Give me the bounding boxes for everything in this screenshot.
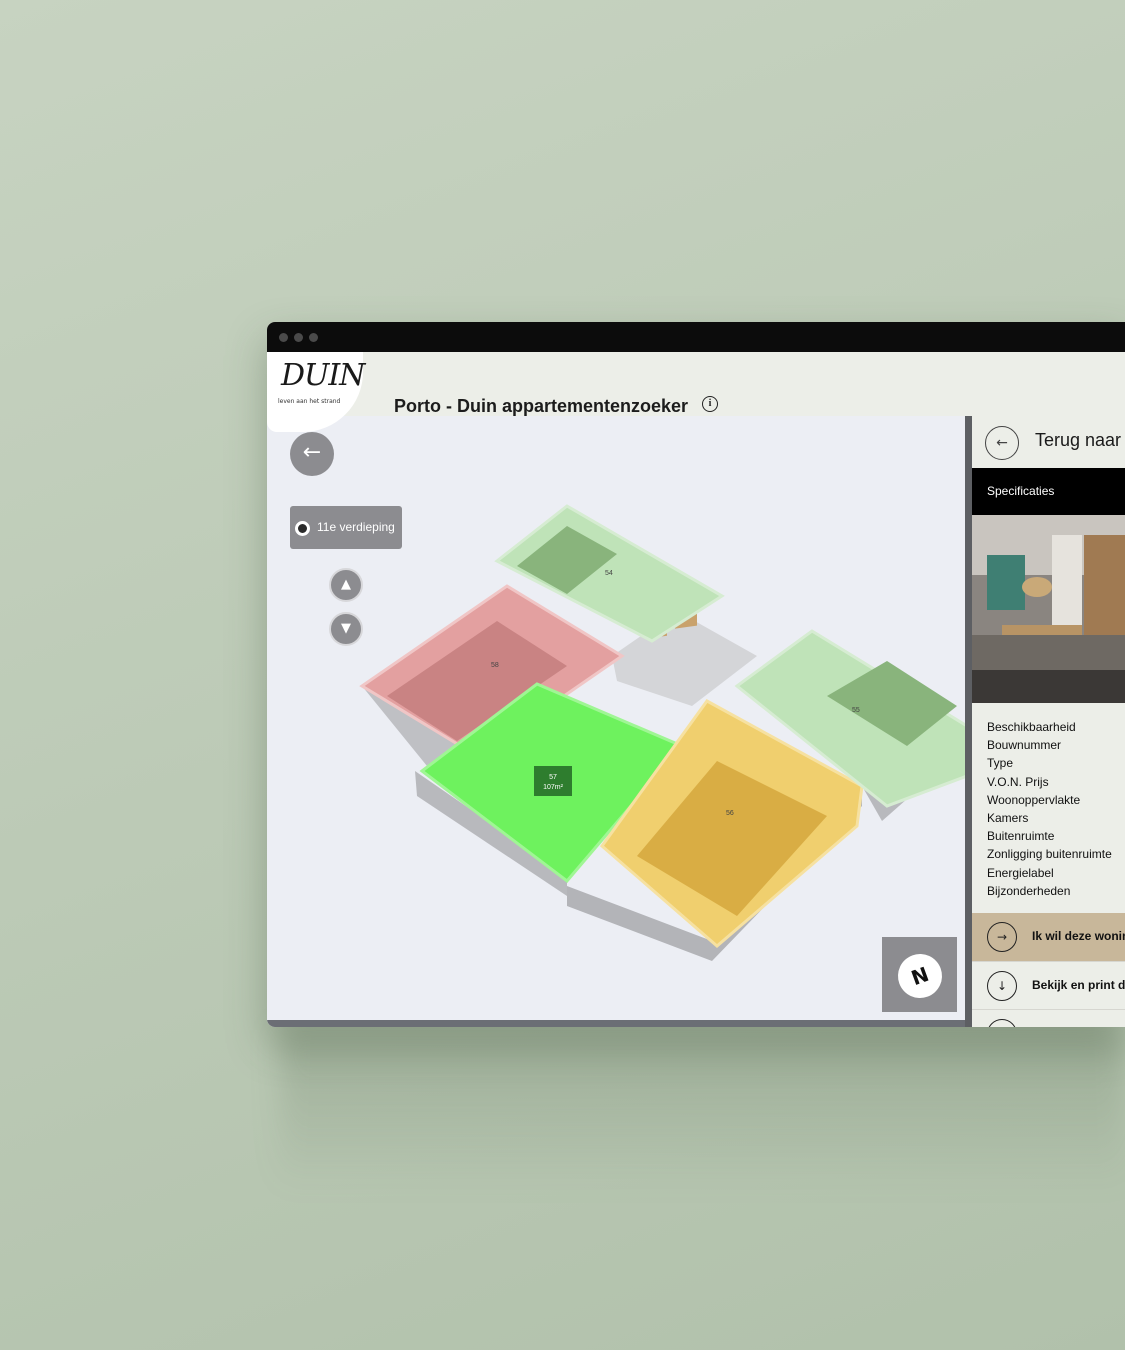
app-title: Porto - Duin appartementenzoeker (394, 396, 689, 416)
window-titlebar (267, 322, 1125, 352)
floor-selector[interactable]: 11e verdieping (290, 506, 402, 549)
back-label: Terug naar (1035, 430, 1122, 450)
spec-item: Buitenruimte (987, 829, 1055, 844)
window-control-dot[interactable] (294, 333, 303, 342)
unit-label: 56 (726, 810, 734, 817)
floorplan-viewer[interactable]: 54 58 57 107m² 56 55 ← 11e verdieping ▲ … (267, 416, 965, 1027)
triangle-down-icon: ▼ (341, 621, 351, 636)
spec-item: Beschikbaarheid (987, 720, 1076, 734)
details-sidebar: ← Terug naar Specificaties Beschikbaarhe… (972, 416, 1125, 1027)
viewer-bottom-bar (267, 1020, 965, 1027)
unit-label: 55 (852, 707, 860, 714)
arrow-left-icon: ← (302, 440, 322, 465)
app-window: Porto - Duin appartementenzoeker i DUIN … (267, 322, 1125, 1027)
spec-item: Zonligging buitenruimte (987, 847, 1112, 862)
back-to-overview[interactable]: ← Terug naar (972, 416, 1125, 468)
tab-specificaties[interactable]: Specificaties (972, 468, 1125, 515)
arrow-right-icon: → (987, 922, 1017, 952)
logo-tagline: leven aan het strand (278, 398, 341, 405)
floor-up-button[interactable]: ▲ (329, 568, 363, 602)
window-control-dot[interactable] (279, 333, 288, 342)
spec-list: Beschikbaarheid Bouwnummer Type V.O.N. P… (987, 718, 1112, 900)
spec-item: V.O.N. Prijs (987, 774, 1049, 789)
unit-label: 58 (491, 662, 499, 669)
arrow-left-icon: ← (985, 426, 1019, 460)
spec-item: Bouwnummer (987, 738, 1062, 753)
panel-divider[interactable] (965, 416, 972, 1027)
floor-down-button[interactable]: ▼ (329, 612, 363, 646)
back-button[interactable]: ← (290, 432, 334, 476)
floor-label: 11e verdieping (317, 520, 395, 534)
selected-unit-tag[interactable] (534, 766, 572, 796)
selected-unit-area: 107m² (543, 784, 564, 791)
circle-icon (987, 1019, 1017, 1027)
arrow-down-icon: ↓ (987, 971, 1017, 1001)
spec-item: Woonoppervlakte (987, 792, 1081, 807)
spec-item: Type (987, 756, 1014, 771)
window-shadow (280, 1030, 1125, 1190)
action-label: Ik wil deze woning (1032, 929, 1125, 943)
triangle-up-icon: ▲ (341, 577, 351, 592)
window-control-dot[interactable] (309, 333, 318, 342)
selected-unit-number: 57 (549, 774, 557, 781)
app-header: Porto - Duin appartementenzoeker i (267, 352, 1125, 416)
info-icon[interactable]: i (702, 396, 718, 412)
spec-item: Kamers (987, 811, 1029, 826)
radio-icon (295, 521, 310, 536)
interest-button[interactable]: → Ik wil deze woning (972, 913, 1125, 961)
compass-icon: N (891, 947, 949, 1005)
tab-label: Specificaties (987, 484, 1055, 498)
spec-item: Bijzonderheden (987, 883, 1071, 898)
unit-label: 54 (605, 570, 613, 577)
interior-photo (972, 515, 1125, 703)
print-button[interactable]: ↓ Bekijk en print de (972, 961, 1125, 1010)
action-label: Bekijk en print de (1032, 978, 1125, 992)
compass-button[interactable]: N (882, 937, 957, 1012)
more-button[interactable] (972, 1009, 1125, 1027)
logo-wordmark: DUIN (281, 358, 365, 393)
spec-item: Energielabel (987, 865, 1054, 880)
